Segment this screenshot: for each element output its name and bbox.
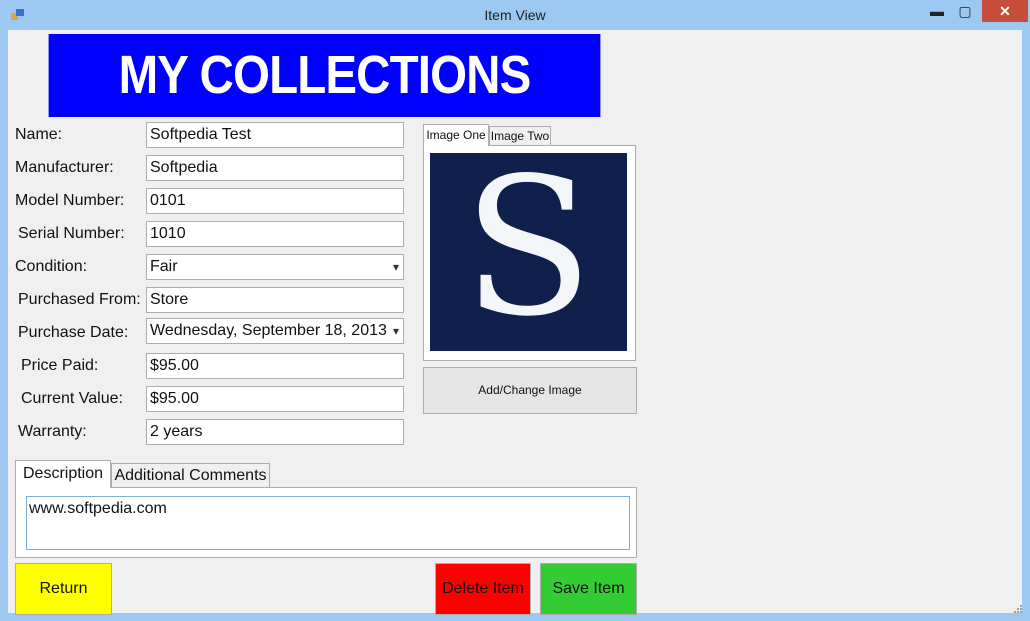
softpedia-logo-image: S <box>430 153 627 351</box>
delete-item-button[interactable]: Delete Item <box>435 563 531 615</box>
model-number-label: Model Number: <box>15 192 125 209</box>
condition-value: Fair <box>150 258 178 275</box>
maximize-button[interactable]: ▢ <box>952 0 978 22</box>
chevron-down-icon[interactable]: ▾ <box>393 319 399 343</box>
save-item-button[interactable]: Save Item <box>540 563 637 615</box>
purchase-date-value: Wednesday, September 18, 2013 <box>150 322 387 339</box>
serial-number-field[interactable]: 1010 <box>146 221 404 247</box>
warranty-field[interactable]: 2 years <box>146 419 404 445</box>
tab-additional-comments[interactable]: Additional Comments <box>111 463 270 487</box>
minimize-button[interactable]: ▬ <box>924 0 950 22</box>
title-bar: Item View ▬ ▢ ✕ <box>0 0 1030 31</box>
chevron-down-icon[interactable]: ▾ <box>393 255 399 279</box>
price-paid-label: Price Paid: <box>21 357 99 374</box>
name-field[interactable]: Softpedia Test <box>146 122 404 148</box>
collections-banner: MY COLLECTIONS <box>48 34 601 117</box>
condition-label: Condition: <box>15 258 88 275</box>
tab-image-one[interactable]: Image One <box>423 124 489 146</box>
name-label: Name: <box>15 126 63 143</box>
manufacturer-label: Manufacturer: <box>15 159 114 176</box>
window-frame-right <box>1022 30 1030 621</box>
current-value-label: Current Value: <box>21 390 123 407</box>
purchase-date-label: Purchase Date: <box>18 324 129 341</box>
current-value-field[interactable]: $95.00 <box>146 386 404 412</box>
manufacturer-field[interactable]: Softpedia <box>146 155 404 181</box>
return-button[interactable]: Return <box>15 563 112 615</box>
condition-select[interactable]: Fair ▾ <box>146 254 404 280</box>
window-frame-left <box>0 30 8 621</box>
logo-letter: S <box>463 153 593 351</box>
purchase-date-picker[interactable]: Wednesday, September 18, 2013 ▾ <box>146 318 404 344</box>
window-title: Item View <box>484 7 546 23</box>
model-number-field[interactable]: 0101 <box>146 188 404 214</box>
warranty-label: Warranty: <box>18 423 87 440</box>
tab-image-two[interactable]: Image Two <box>489 126 551 145</box>
purchased-from-label: Purchased From: <box>18 291 141 308</box>
purchased-from-field[interactable]: Store <box>146 287 404 313</box>
serial-number-label: Serial Number: <box>18 225 125 242</box>
resize-grip-icon[interactable] <box>1012 603 1022 613</box>
add-change-image-button[interactable]: Add/Change Image <box>423 367 637 414</box>
tab-description[interactable]: Description <box>15 460 111 488</box>
close-button[interactable]: ✕ <box>982 0 1028 22</box>
description-textarea[interactable]: www.softpedia.com <box>26 496 630 550</box>
price-paid-field[interactable]: $95.00 <box>146 353 404 379</box>
